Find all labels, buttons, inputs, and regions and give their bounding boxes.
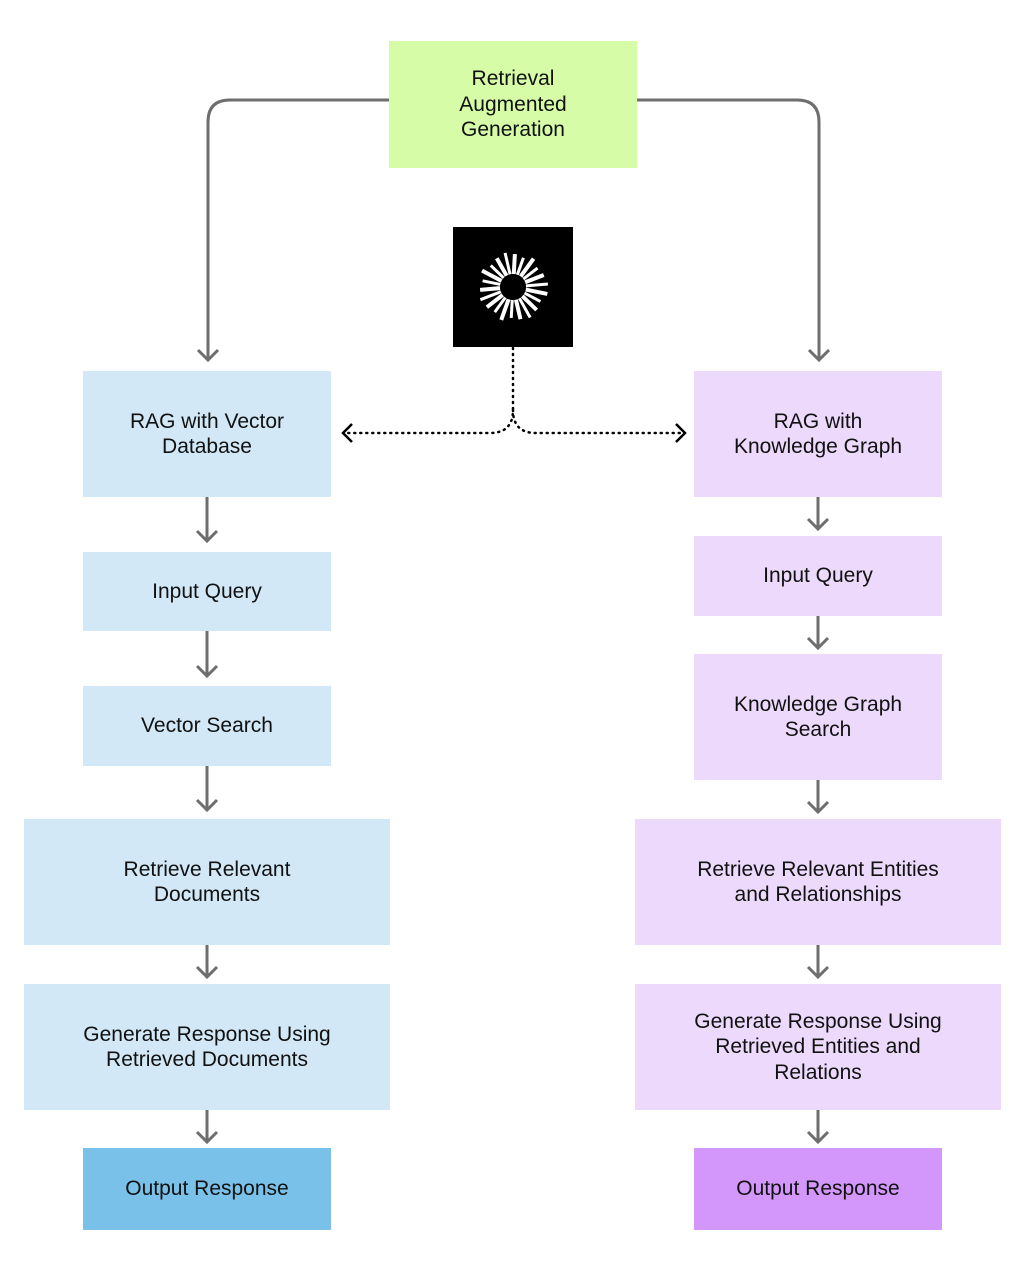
step-label: RAG with Vector Database: [129, 409, 285, 459]
kg-step-input-query: Input Query: [694, 536, 942, 616]
down-arrow-icon: [195, 766, 219, 813]
burst-ray: [479, 286, 501, 292]
root-to-vector-connector: [206, 98, 389, 360]
burst-ray: [482, 279, 501, 286]
down-arrow-icon: [806, 780, 830, 815]
radial-burst-icon: [479, 252, 549, 321]
kg-step-retrieve-entities: Retrieve Relevant Entities and Relations…: [635, 819, 1001, 945]
root-node-label: Retrieval Augmented Generation: [459, 67, 567, 142]
vector-step-input-query: Input Query: [83, 552, 331, 631]
down-arrow-icon: [806, 616, 830, 651]
root-to-kg-connector: [636, 98, 821, 360]
logo-to-vector-dotted-connector: [343, 346, 515, 435]
step-label: Vector Search: [141, 714, 273, 738]
burst-ray: [525, 287, 548, 296]
logo: [453, 227, 573, 347]
vector-step-generate-response: Generate Response Using Retrieved Docume…: [24, 984, 390, 1110]
step-label: Generate Response Using Retrieved Entiti…: [694, 1009, 942, 1084]
vector-step-vector-search: Vector Search: [83, 686, 331, 766]
down-arrow-icon: [195, 1110, 219, 1145]
vector-step-output-response: Output Response: [83, 1148, 331, 1230]
step-label: Input Query: [152, 579, 262, 603]
step-label: Output Response: [736, 1177, 900, 1201]
step-label: Input Query: [763, 564, 873, 588]
burst-ray: [509, 299, 514, 319]
step-label: Retrieve Relevant Documents: [123, 857, 291, 907]
vector-step-rag-vector-db: RAG with Vector Database: [83, 371, 331, 497]
down-arrow-icon: [195, 631, 219, 679]
down-arrow-icon: [806, 1110, 830, 1145]
burst-ray: [513, 299, 523, 320]
root-node-rag: Retrieval Augmented Generation: [389, 41, 637, 168]
kg-step-generate-response: Generate Response Using Retrieved Entiti…: [635, 984, 1001, 1110]
step-label: Retrieve Relevant Entities and Relations…: [697, 857, 939, 907]
kg-step-output-response: Output Response: [694, 1148, 942, 1230]
step-label: Knowledge Graph Search: [733, 692, 903, 742]
step-label: Output Response: [125, 1177, 289, 1201]
down-arrow-icon: [195, 497, 219, 544]
kg-step-rag-knowledge-graph: RAG with Knowledge Graph: [694, 371, 942, 497]
down-arrow-icon: [195, 945, 219, 980]
vector-step-retrieve-documents: Retrieve Relevant Documents: [24, 819, 390, 945]
burst-ray: [525, 282, 549, 288]
burst-ray: [511, 253, 517, 275]
kg-step-knowledge-graph-search: Knowledge Graph Search: [694, 654, 942, 780]
step-label: RAG with Knowledge Graph: [733, 409, 903, 459]
down-arrow-icon: [806, 497, 830, 532]
down-arrow-icon: [806, 945, 830, 980]
step-label: Generate Response Using Retrieved Docume…: [83, 1022, 331, 1072]
logo-to-kg-dotted-connector: [511, 408, 686, 435]
